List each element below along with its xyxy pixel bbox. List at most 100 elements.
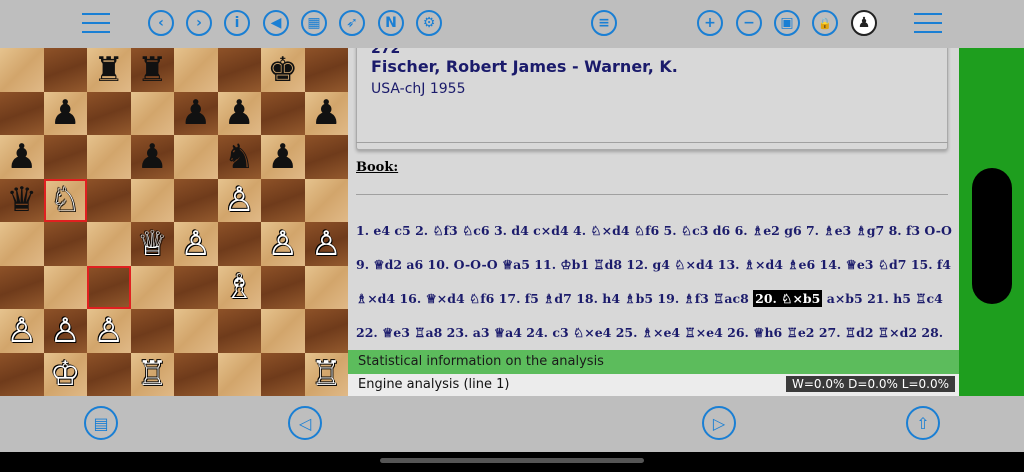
chess-piece[interactable]: ♕ [137, 227, 167, 261]
board-square[interactable] [174, 352, 218, 396]
forward-button[interactable]: ▷ [702, 406, 736, 440]
board-square[interactable]: ♞ [217, 135, 261, 179]
menu-icon[interactable] [82, 13, 110, 33]
board-square[interactable] [87, 135, 131, 179]
chess-piece[interactable]: ♙ [94, 314, 124, 348]
chess-piece[interactable]: ♖ [137, 357, 167, 391]
chess-piece[interactable]: ♟ [7, 140, 37, 174]
chess-piece[interactable]: ♙ [311, 227, 341, 261]
board-square[interactable] [261, 91, 305, 135]
board-square[interactable] [130, 309, 174, 353]
chess-piece[interactable]: ♛ [7, 183, 37, 217]
chess-piece[interactable]: ♜ [94, 53, 124, 87]
board-square[interactable] [43, 135, 87, 179]
notation-button[interactable]: N [378, 10, 404, 36]
chess-piece[interactable]: ♟ [268, 140, 298, 174]
back-button[interactable]: ◁ [288, 406, 322, 440]
board-square[interactable]: ♙ [217, 178, 261, 222]
board-square[interactable]: ♟ [261, 135, 305, 179]
right-menu-icon[interactable] [914, 13, 942, 33]
engine-bar[interactable]: Engine analysis (line 1) W=0.0% D=0.0% L… [348, 374, 959, 396]
flip-board-button[interactable]: ◀ [263, 10, 289, 36]
board-square[interactable] [261, 309, 305, 353]
board-square[interactable] [0, 222, 44, 266]
chess-piece[interactable]: ♚ [268, 53, 298, 87]
board-square[interactable] [304, 48, 348, 92]
chess-piece[interactable]: ♗ [224, 270, 254, 304]
chess-piece[interactable]: ♙ [50, 314, 80, 348]
board-square[interactable] [261, 352, 305, 396]
zoom-out-button[interactable]: − [736, 10, 762, 36]
board-square[interactable]: ♖ [130, 352, 174, 396]
engine-button[interactable]: ▦ [301, 10, 327, 36]
database-button[interactable]: ▤ [84, 406, 118, 440]
info-button[interactable]: i [224, 10, 250, 36]
board-square[interactable]: ♜ [130, 48, 174, 92]
board-square[interactable] [174, 135, 218, 179]
settings-button[interactable]: ⚙ [416, 10, 442, 36]
board-square[interactable] [217, 352, 261, 396]
board-square[interactable]: ♟ [217, 91, 261, 135]
board-square[interactable]: ♚ [261, 48, 305, 92]
board-square[interactable] [43, 48, 87, 92]
board-square[interactable]: ♖ [304, 352, 348, 396]
board-square[interactable] [87, 222, 131, 266]
board-square[interactable] [217, 48, 261, 92]
board-square[interactable]: ♙ [261, 222, 305, 266]
board-square[interactable] [174, 48, 218, 92]
board-square[interactable]: ♜ [87, 48, 131, 92]
piece-button[interactable]: ♟ [851, 10, 877, 36]
chess-piece[interactable]: ♙ [268, 227, 298, 261]
zoom-in-button[interactable]: + [697, 10, 723, 36]
board-square[interactable] [0, 48, 44, 92]
board-square[interactable]: ♘ [43, 178, 87, 222]
prev-button[interactable]: ‹ [148, 10, 174, 36]
board-square[interactable] [261, 178, 305, 222]
board-square[interactable] [217, 222, 261, 266]
board-square[interactable] [217, 309, 261, 353]
board-square[interactable] [87, 178, 131, 222]
chess-piece[interactable]: ♟ [224, 96, 254, 130]
board-square[interactable] [87, 91, 131, 135]
board-square[interactable] [0, 265, 44, 309]
list-button[interactable]: ≡ [591, 10, 617, 36]
chess-board[interactable]: ♜ ♜ ♚ ♟ ♟ ♟ ♟ ♟ ♟ ♞ ♟ ♛ ♘ ♙ ♕ ♙ ♙ ♙ ♗ ♙ ♙ ♙ ♔ ♖ ♖ [0, 48, 348, 396]
board-square[interactable]: ♛ [0, 178, 44, 222]
chess-piece[interactable]: ♟ [50, 96, 80, 130]
board-square[interactable]: ♙ [174, 222, 218, 266]
chess-piece[interactable]: ♙ [181, 227, 211, 261]
lock-button[interactable]: 🔒 [812, 10, 838, 36]
board-square[interactable] [0, 91, 44, 135]
chess-piece[interactable]: ♟ [311, 96, 341, 130]
chip-button[interactable]: ▣ [774, 10, 800, 36]
board-square[interactable] [43, 265, 87, 309]
board-square[interactable]: ♙ [304, 222, 348, 266]
board-square[interactable] [43, 222, 87, 266]
board-square[interactable] [261, 265, 305, 309]
chess-piece[interactable]: ♙ [224, 183, 254, 217]
board-square[interactable]: ♗ [217, 265, 261, 309]
board-square[interactable] [174, 178, 218, 222]
board-square[interactable]: ♟ [0, 135, 44, 179]
current-move[interactable]: 20. ♘×b5 [753, 290, 823, 307]
next-button[interactable]: › [186, 10, 212, 36]
chess-piece[interactable]: ♘ [50, 183, 80, 217]
board-square[interactable] [87, 352, 131, 396]
stats-bar[interactable]: Statistical information on the analysis [348, 350, 959, 374]
board-square[interactable] [174, 309, 218, 353]
up-button[interactable]: ⇧ [906, 406, 940, 440]
chess-piece[interactable]: ♔ [50, 357, 80, 391]
board-square[interactable] [304, 265, 348, 309]
chess-piece[interactable]: ♙ [7, 314, 37, 348]
chess-piece[interactable]: ♟ [181, 96, 211, 130]
analysis-button[interactable]: ➶ [339, 10, 365, 36]
board-square[interactable] [0, 352, 44, 396]
board-square[interactable] [304, 135, 348, 179]
board-square[interactable]: ♟ [130, 135, 174, 179]
scroll-handle[interactable] [972, 168, 1012, 304]
board-square[interactable] [130, 178, 174, 222]
board-square[interactable]: ♔ [43, 352, 87, 396]
board-square[interactable]: ♕ [130, 222, 174, 266]
board-square[interactable] [304, 309, 348, 353]
board-square[interactable]: ♙ [43, 309, 87, 353]
